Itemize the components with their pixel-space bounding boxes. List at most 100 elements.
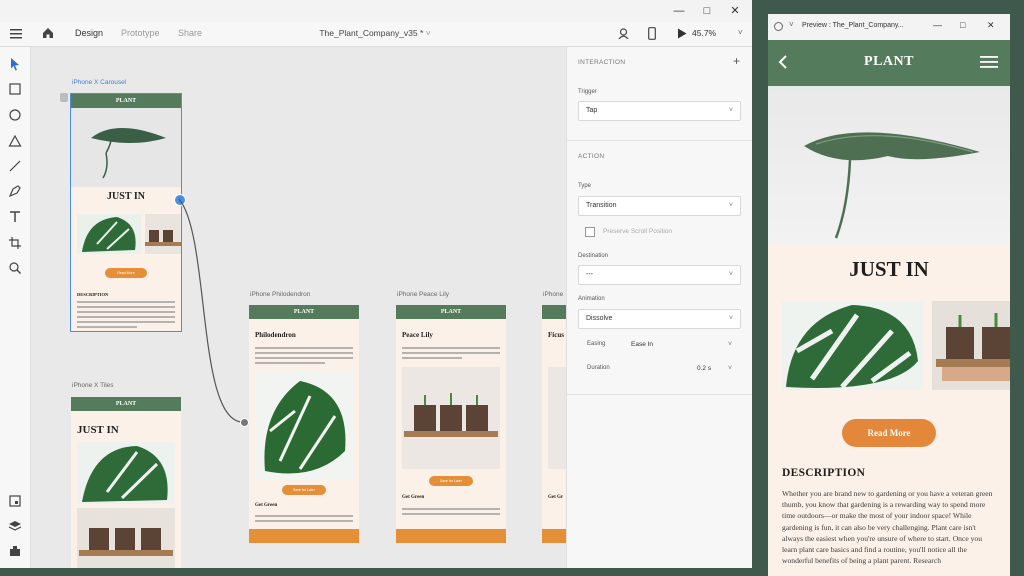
chevron-down-icon[interactable]: ˅	[789, 20, 794, 29]
artboard-label-philodendron[interactable]: iPhone Philodendron	[250, 291, 310, 298]
artboard-partial[interactable]: Ficus I Get Gr	[542, 305, 566, 543]
mobile-preview-icon[interactable]	[648, 27, 656, 40]
chevron-down-icon: ˅	[728, 202, 733, 209]
type-dropdown[interactable]: Transition ˅	[578, 196, 741, 216]
action-heading: ACTION	[578, 153, 605, 160]
line-tool-icon[interactable]	[8, 159, 22, 173]
read-more-button[interactable]: Read More	[842, 419, 936, 447]
save-for-later-button[interactable]: Save for Later	[282, 485, 326, 495]
type-value: Transition	[586, 202, 617, 209]
zoom-chevron-icon[interactable]: ˅	[738, 28, 743, 37]
hamburger-menu-icon[interactable]	[10, 29, 22, 39]
description-text: Whether you are brand new to gardening o…	[782, 489, 993, 566]
easing-dropdown[interactable]: Ease In	[631, 341, 653, 348]
artboard-header: PLANT	[71, 94, 181, 108]
artboard-footer	[542, 529, 566, 543]
triangle-tool-icon[interactable]	[8, 134, 22, 148]
hero-image	[768, 86, 1010, 243]
rectangle-tool-icon[interactable]	[8, 82, 22, 96]
monstera-card[interactable]	[782, 301, 923, 390]
tab-design[interactable]: Design	[75, 28, 103, 38]
maximize-button[interactable]: □	[698, 3, 716, 19]
maximize-button[interactable]: □	[960, 20, 965, 30]
close-window-button[interactable]: ✕	[726, 3, 744, 19]
zoom-tool-icon[interactable]	[8, 261, 22, 275]
pots-card[interactable]	[932, 301, 1010, 390]
document-title[interactable]: The_Plant_Company_v35 * ˅	[300, 28, 450, 38]
artboard-philodendron[interactable]: PLANT Philodendron Save for Later Get Gr…	[249, 305, 359, 543]
artboard-brand: PLANT	[115, 401, 137, 407]
monstera-tile	[77, 442, 175, 504]
artboard-footer	[396, 529, 506, 543]
design-canvas[interactable]: iPhone X Carousel PLANT JUST IN Read Mor…	[31, 47, 566, 568]
assets-icon[interactable]	[8, 494, 22, 508]
artboard-heading: JUST IN	[107, 191, 145, 202]
artboard-heading: Peace Lily	[402, 331, 433, 339]
text-line	[255, 515, 353, 517]
preview-titlebar: ˅ Preview : The_Plant_Company... — □ ✕	[768, 14, 1010, 40]
play-icon[interactable]	[677, 28, 687, 39]
animation-dropdown[interactable]: Dissolve ˅	[578, 309, 741, 329]
trigger-dropdown[interactable]: Tap ˅	[578, 101, 741, 121]
menu-icon[interactable]	[980, 55, 998, 69]
philodendron-image	[255, 371, 353, 479]
artboard-header: PLANT	[71, 397, 181, 411]
easing-label: Easing	[587, 341, 606, 347]
select-tool-icon[interactable]	[8, 57, 22, 71]
artboard-tiles[interactable]: PLANT JUST IN	[71, 397, 181, 568]
preserve-scroll-checkbox[interactable]	[585, 227, 595, 237]
ellipse-tool-icon[interactable]	[8, 108, 22, 122]
monstera-thumb	[77, 214, 141, 254]
divider	[567, 140, 752, 141]
pen-tool-icon[interactable]	[8, 184, 22, 198]
record-icon[interactable]	[774, 22, 783, 31]
interaction-panel: INTERACTION + Trigger Tap ˅ ACTION Type T…	[566, 47, 752, 568]
artboard-label-partial[interactable]: iPhone	[543, 291, 563, 298]
artboard-header	[542, 305, 566, 319]
layers-icon[interactable]	[8, 519, 22, 533]
destination-dropdown[interactable]: --- ˅	[578, 265, 741, 285]
tab-share[interactable]: Share	[178, 28, 202, 38]
artboard-label-peace-lily[interactable]: iPhone Peace Lily	[397, 291, 449, 298]
artboard-peace-lily[interactable]: PLANT Peace Lily Save for Later Get Gree…	[396, 305, 506, 543]
text-line	[255, 352, 353, 354]
artboard-brand: PLANT	[440, 309, 462, 315]
monstera-illustration	[786, 305, 918, 389]
wire-endpoint[interactable]	[240, 418, 249, 427]
hero-image	[71, 108, 181, 187]
text-line	[255, 520, 353, 522]
artboard-label-tiles[interactable]: iPhone X Tiles	[72, 382, 114, 389]
chevron-down-icon: ˅	[728, 315, 733, 322]
artboard-footer	[249, 529, 359, 543]
description-heading: DESCRIPTION	[77, 292, 109, 297]
text-tool-icon[interactable]	[8, 210, 22, 224]
zoom-level[interactable]: 45.7%	[692, 28, 716, 38]
minimize-button[interactable]: —	[670, 3, 688, 19]
app-header: PLANT	[768, 40, 1010, 86]
artboard-brand: PLANT	[115, 98, 137, 104]
chevron-down-icon: ˅	[728, 341, 733, 348]
plus-icon[interactable]: +	[733, 54, 740, 68]
close-window-button[interactable]: ✕	[987, 20, 995, 31]
artboard-carousel[interactable]: PLANT JUST IN Read More DESCRIPTION	[70, 93, 182, 332]
home-icon[interactable]	[42, 27, 54, 39]
text-line	[77, 311, 175, 313]
artboard-heading: JUST IN	[77, 424, 119, 436]
artboard-label-carousel[interactable]: iPhone X Carousel	[72, 79, 126, 86]
text-line	[77, 306, 175, 308]
plugins-icon[interactable]	[8, 544, 22, 558]
preserve-scroll-label: Preserve Scroll Position	[603, 228, 672, 235]
read-more-button[interactable]: Read More	[105, 268, 147, 278]
get-green-heading: Get Gr	[548, 495, 564, 500]
chevron-down-icon: ˅	[728, 107, 733, 114]
interaction-heading: INTERACTION	[578, 59, 626, 66]
tab-prototype[interactable]: Prototype	[121, 28, 160, 38]
artboard-tool-icon[interactable]	[8, 236, 22, 250]
duration-input[interactable]: 0.2 s	[697, 365, 711, 372]
text-line	[402, 508, 500, 510]
save-for-later-button[interactable]: Save for Later	[429, 476, 473, 486]
home-artboard-icon[interactable]	[60, 93, 68, 102]
animation-value: Dissolve	[586, 315, 613, 322]
minimize-button[interactable]: —	[933, 20, 942, 30]
user-preview-icon[interactable]	[618, 28, 629, 39]
